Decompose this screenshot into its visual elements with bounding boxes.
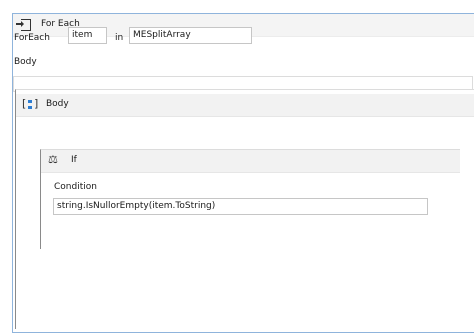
if-header[interactable]: ⚖ If bbox=[41, 150, 460, 173]
body-label: Body bbox=[14, 57, 37, 67]
scale-icon: ⚖ bbox=[48, 153, 58, 166]
sequence-icon: [ ] bbox=[22, 97, 39, 110]
foreach-label: ForEach bbox=[14, 33, 50, 43]
condition-input[interactable]: string.IsNullorEmpty(item.ToString) bbox=[53, 198, 428, 215]
item-variable-input[interactable]: item bbox=[68, 27, 107, 44]
foreach-icon bbox=[16, 19, 31, 31]
sequence-header[interactable]: [ ] Body bbox=[16, 94, 474, 117]
collection-input[interactable]: MESplitArray bbox=[129, 27, 252, 44]
if-activity[interactable]: ⚖ If Condition string.IsNullorEmpty(item… bbox=[40, 149, 460, 249]
in-label: in bbox=[115, 33, 124, 43]
condition-label: Condition bbox=[54, 182, 97, 192]
if-title: If bbox=[71, 155, 77, 165]
sequence-title: Body bbox=[46, 99, 69, 109]
